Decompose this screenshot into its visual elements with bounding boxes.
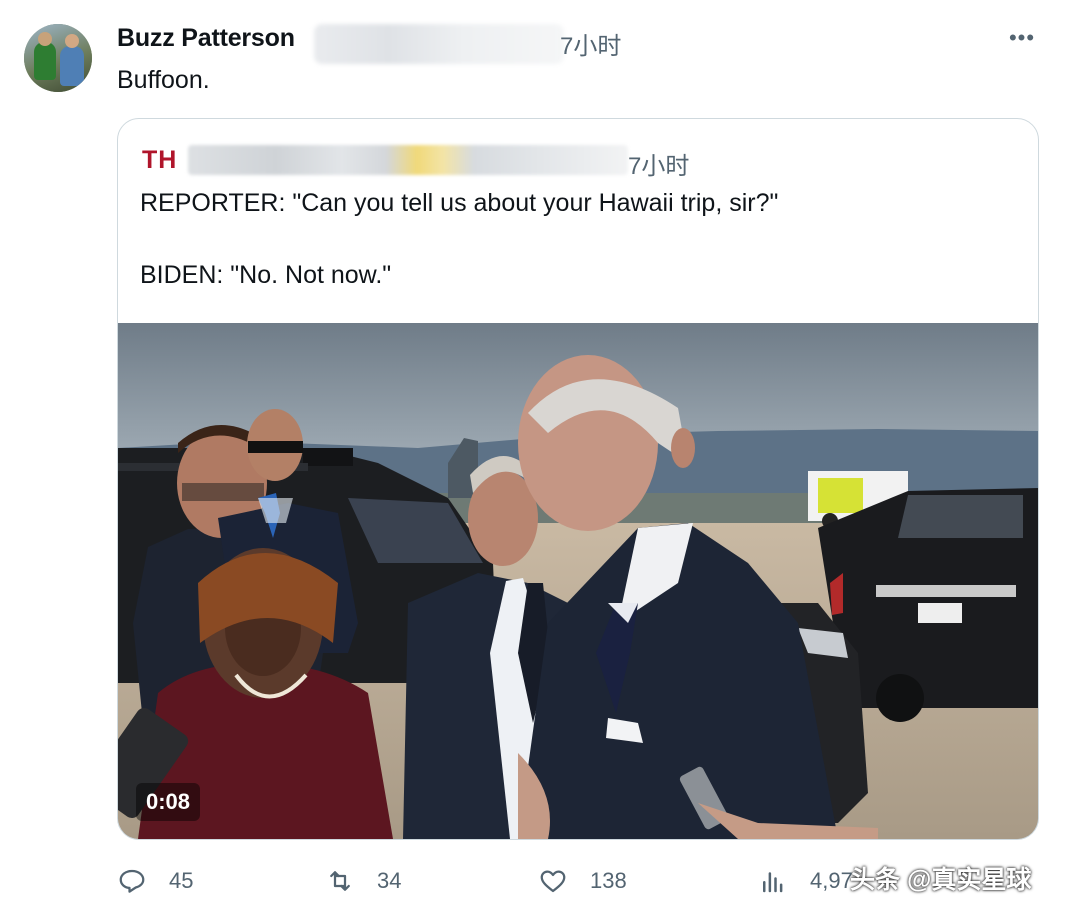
- quoted-blurred-handle: [188, 145, 628, 175]
- repost-count: 34: [377, 868, 402, 893]
- views-button[interactable]: 4,97: [758, 866, 853, 896]
- video-player[interactable]: 0:08: [118, 323, 1038, 839]
- quoted-time[interactable]: 7小时: [628, 146, 689, 181]
- reply-count: 45: [169, 868, 194, 893]
- more-icon[interactable]: •••: [1006, 22, 1038, 54]
- post-text: Buffoon.: [117, 66, 210, 94]
- quoted-author-name[interactable]: TH: [142, 146, 177, 175]
- reply-icon: [119, 869, 145, 893]
- avatar-figure-right-head: [65, 34, 79, 48]
- repost-icon: [330, 871, 350, 891]
- video-frame: [118, 323, 1038, 839]
- views-count: 4,97: [810, 868, 853, 893]
- quoted-post[interactable]: TH 7小时 REPORTER: "Can you tell us about …: [117, 118, 1039, 840]
- quoted-text-line-1: REPORTER: "Can you tell us about your Ha…: [140, 189, 779, 217]
- repost-button[interactable]: 34: [325, 866, 401, 896]
- avatar-figure-left: [34, 42, 56, 80]
- like-count: 138: [590, 868, 627, 893]
- video-duration: 0:08: [136, 783, 201, 821]
- blurred-handle: [314, 24, 564, 64]
- watermark: 头条 @真实星球: [850, 866, 1032, 894]
- author-name[interactable]: Buzz Patterson: [117, 24, 295, 53]
- views-icon: [763, 872, 783, 893]
- like-button[interactable]: 138: [538, 866, 627, 896]
- avatar-figure-right: [60, 46, 84, 86]
- avatar-figure-left-head: [38, 32, 52, 46]
- author-avatar[interactable]: [24, 24, 92, 92]
- heart-icon: [540, 870, 566, 893]
- quoted-text-line-2: BIDEN: "No. Not now.": [140, 261, 392, 289]
- post-time[interactable]: 7小时: [560, 26, 621, 61]
- reply-button[interactable]: 45: [117, 866, 193, 896]
